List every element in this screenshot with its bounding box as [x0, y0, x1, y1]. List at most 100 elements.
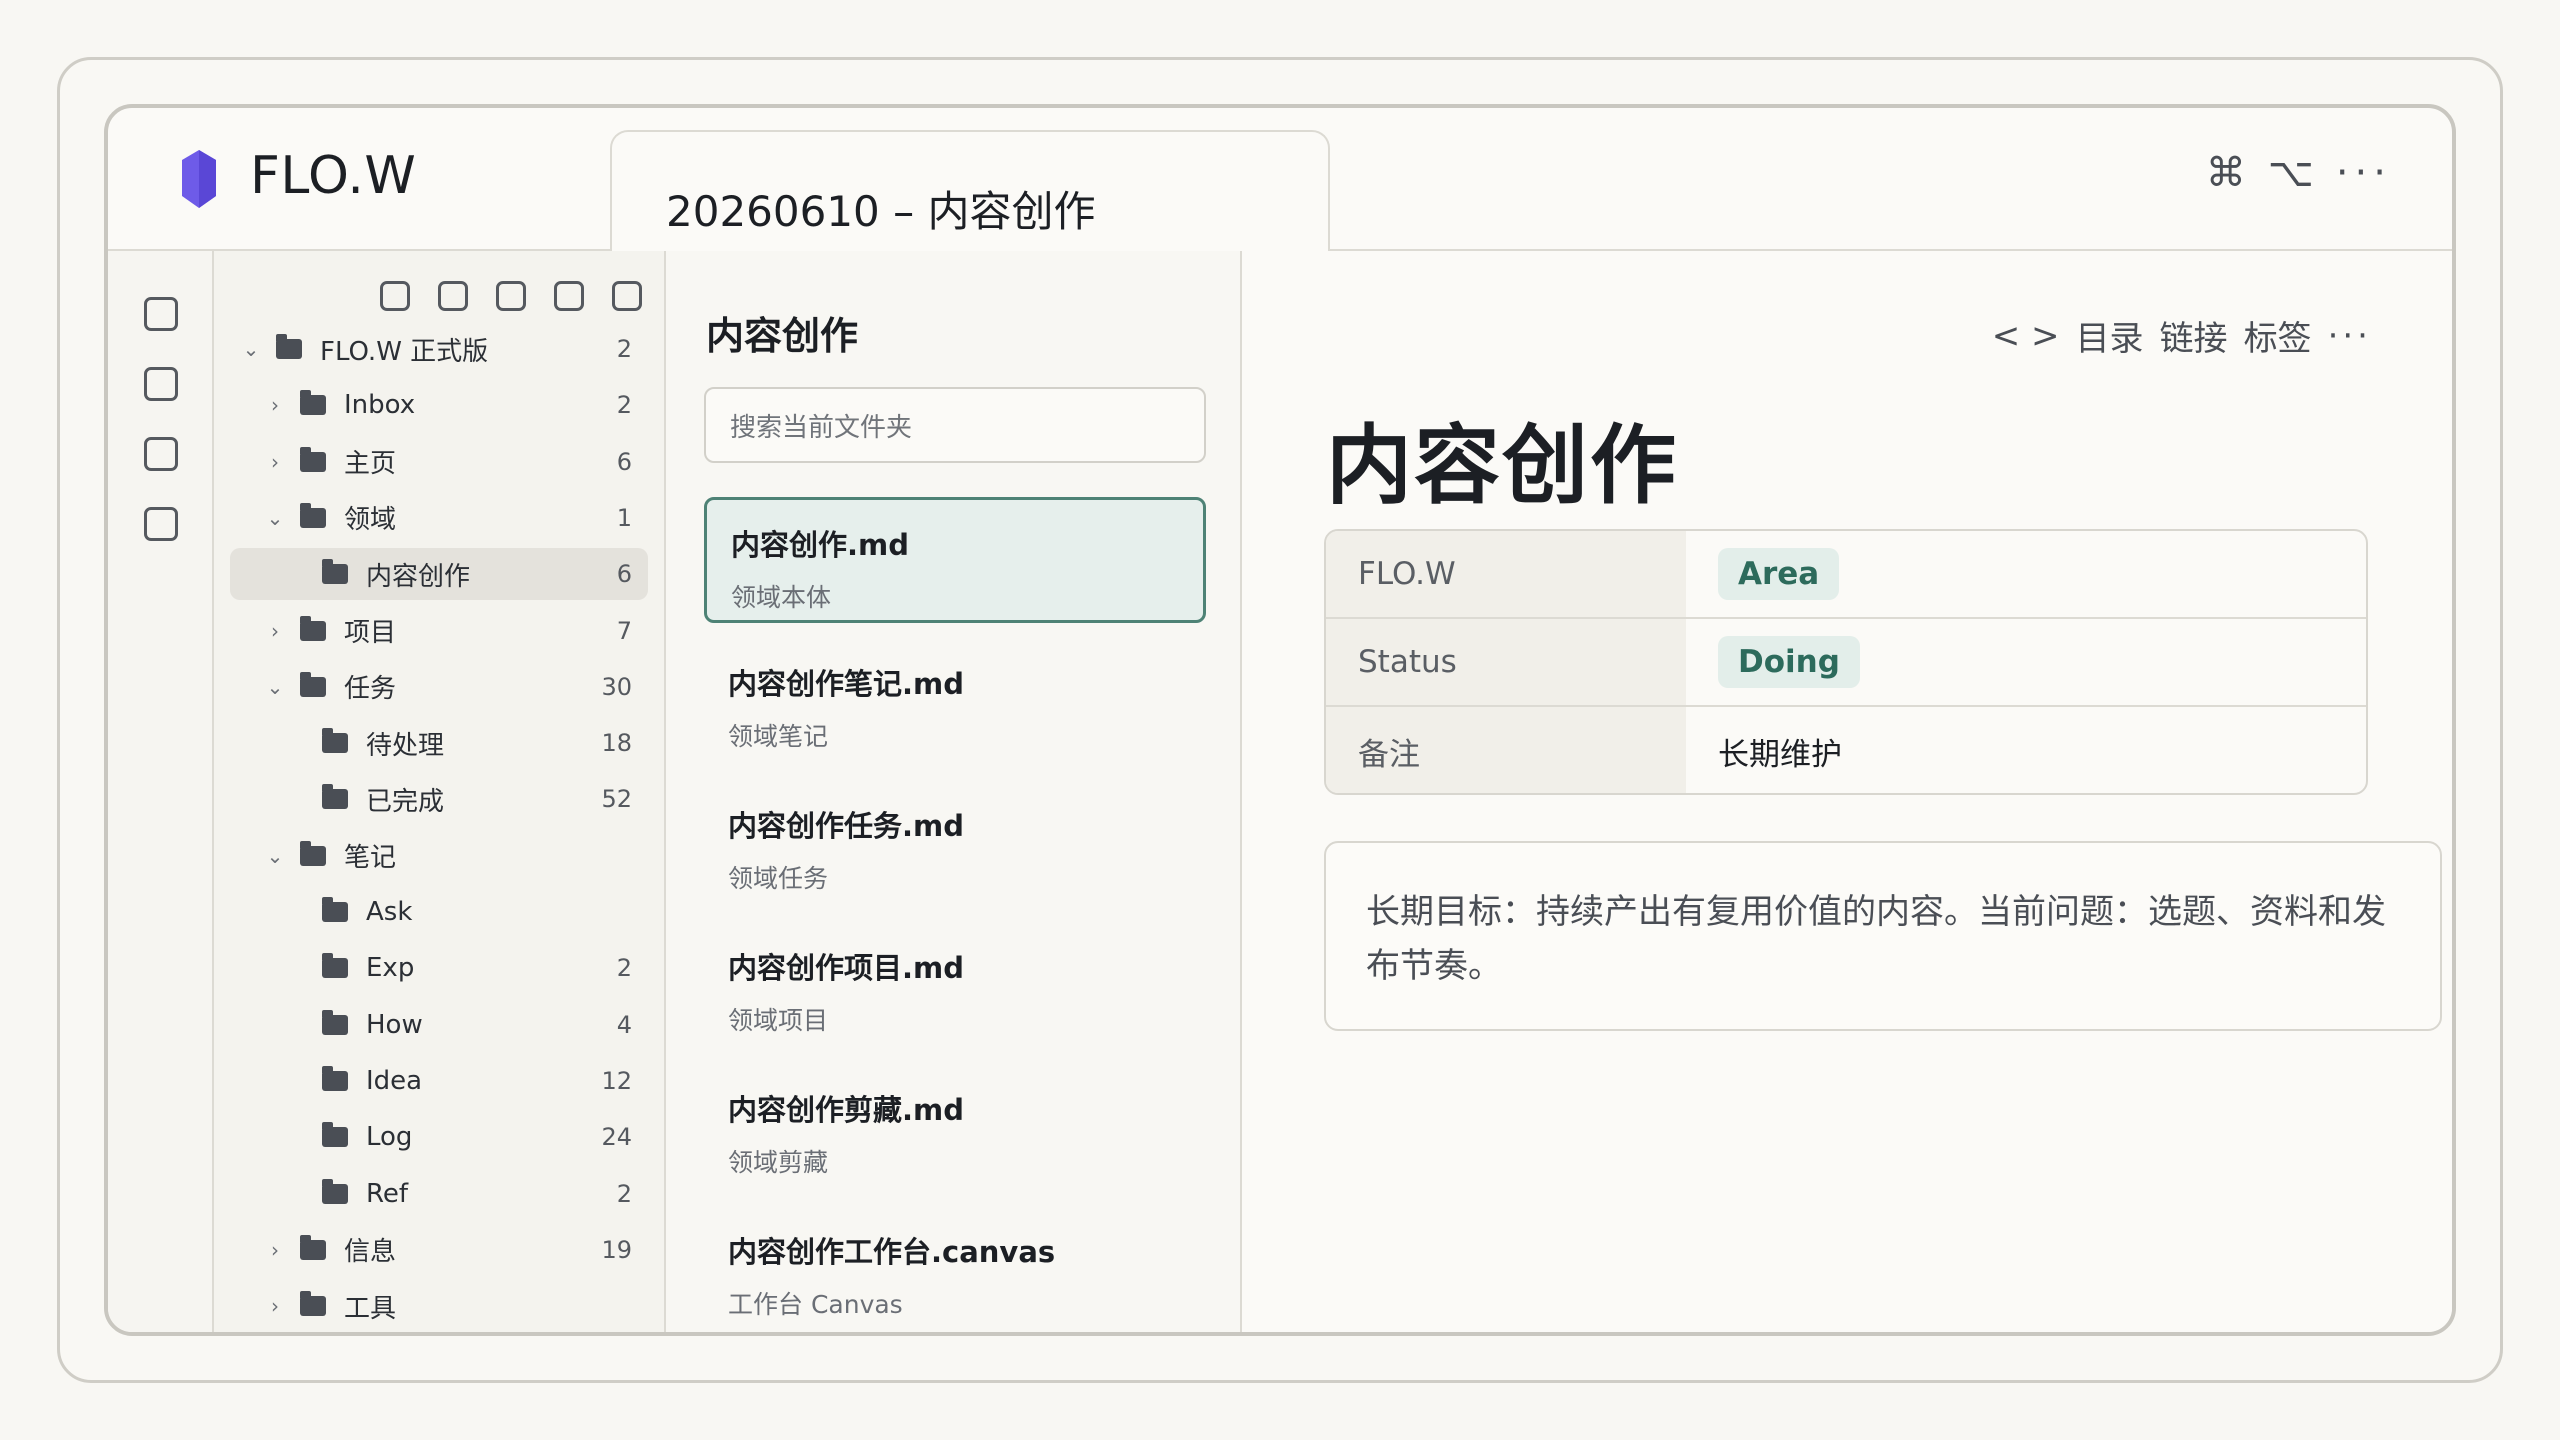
- file-subtitle: 领域剪藏: [728, 1148, 829, 1177]
- file-name: 内容创作任务.md: [728, 809, 964, 843]
- command-icon[interactable]: ⌘: [2206, 150, 2246, 196]
- property-value[interactable]: Doing: [1686, 619, 1860, 705]
- outline-button[interactable]: 目录: [2076, 311, 2144, 360]
- chevron-down-icon[interactable]: ⌄: [264, 506, 286, 530]
- chevron-right-icon[interactable]: ›: [264, 1294, 286, 1318]
- app-logo-icon: [182, 150, 216, 208]
- tree-item[interactable]: ⌄ FLO.W 正式版 2: [230, 323, 648, 375]
- tree-item-label: 信息: [344, 1237, 397, 1268]
- file-subtitle: 领域任务: [728, 864, 829, 893]
- tree-item-label: 笔记: [344, 843, 397, 874]
- chevron-right-icon[interactable]: ›: [264, 619, 286, 643]
- collapse-icon[interactable]: [554, 281, 584, 311]
- tree-item[interactable]: › 项目 7: [230, 605, 648, 657]
- properties-table: FLO.W Area Status Doing 备注 长期维护: [1324, 529, 2368, 795]
- tree-item[interactable]: 待处理 18: [230, 717, 648, 769]
- file-name: 内容创作笔记.md: [728, 667, 964, 701]
- more-options-icon[interactable]: ···: [2336, 150, 2392, 196]
- checkbox-icon[interactable]: [144, 507, 178, 541]
- file-list-pane: 内容创作 搜索当前文件夹 内容创作.md 领域本体 内容创作笔记.md 领域笔记 内容创…: [666, 251, 1242, 1332]
- tree-item[interactable]: Idea 12: [230, 1055, 648, 1107]
- note-content: < > 目录 链接 标签 ··· 内容创作 FLO.W Area Status …: [1242, 251, 2452, 1332]
- property-key: Status: [1326, 619, 1686, 705]
- property-value[interactable]: Area: [1686, 531, 1840, 617]
- tree-item-label: 内容创作: [366, 561, 471, 592]
- chevron-down-icon[interactable]: ⌄: [264, 675, 286, 699]
- folder-icon: [322, 897, 348, 922]
- reveal-icon[interactable]: [612, 281, 642, 311]
- more-options-icon[interactable]: ···: [2328, 316, 2372, 356]
- file-subtitle: 领域笔记: [728, 722, 829, 751]
- chevron-down-icon[interactable]: ⌄: [240, 337, 262, 361]
- file-subtitle: 领域本体: [731, 583, 832, 612]
- tree-item[interactable]: › 主页 6: [230, 436, 648, 488]
- item-count: 30: [601, 672, 632, 701]
- tree-item[interactable]: Ask: [230, 886, 648, 938]
- folder-icon: [300, 502, 326, 528]
- tree-item[interactable]: Log 24: [230, 1111, 648, 1163]
- tree-item[interactable]: ⌄ 任务 30: [230, 661, 648, 713]
- tree-item-label: 工具: [344, 1293, 397, 1324]
- tree-item-label: Ref: [366, 1178, 409, 1209]
- property-tag[interactable]: Doing: [1718, 636, 1860, 688]
- folder-icon: [322, 784, 348, 810]
- property-tag[interactable]: Area: [1718, 548, 1840, 600]
- note-title: 内容创作: [1326, 416, 1678, 516]
- property-key: 备注: [1326, 707, 1686, 793]
- option-icon[interactable]: ⌥: [2268, 150, 2314, 196]
- tree-item[interactable]: › Inbox 2: [230, 379, 648, 431]
- checkbox-icon[interactable]: [144, 437, 178, 471]
- property-value[interactable]: 长期维护: [1686, 707, 1842, 793]
- tree-item[interactable]: Exp 2: [230, 942, 648, 994]
- source-toggle-icon[interactable]: < >: [1992, 316, 2060, 356]
- tree-item[interactable]: ⌄ 领域 1: [230, 492, 648, 544]
- checkbox-icon[interactable]: [144, 367, 178, 401]
- folder-icon: [300, 615, 326, 641]
- tree-item[interactable]: 内容创作 6: [230, 548, 648, 601]
- file-list-item[interactable]: 内容创作笔记.md 领域笔记: [704, 639, 1206, 765]
- tree-item[interactable]: › 工具: [230, 1280, 648, 1332]
- file-subtitle: 领域项目: [728, 1006, 829, 1035]
- tab-active-document[interactable]: 20260610 – 内容创作: [610, 130, 1330, 254]
- file-name: 内容创作工作台.canvas: [728, 1235, 1056, 1269]
- tree-item-label: Ask: [366, 897, 413, 927]
- file-list-item[interactable]: 内容创作任务.md 领域任务: [704, 781, 1206, 907]
- sort-icon[interactable]: [496, 281, 526, 311]
- folder-icon: [322, 559, 348, 585]
- tree-item[interactable]: ⌄ 笔记: [230, 830, 648, 882]
- app-name: FLO.W: [250, 146, 417, 206]
- folder-icon: [322, 1178, 348, 1204]
- tree-item[interactable]: Ref 2: [230, 1168, 648, 1220]
- file-list-item[interactable]: 内容创作剪藏.md 领域剪藏: [704, 1065, 1206, 1191]
- tree-item[interactable]: How 4: [230, 999, 648, 1051]
- folder-icon: [300, 840, 326, 866]
- checkbox-icon[interactable]: [144, 297, 178, 331]
- links-button[interactable]: 链接: [2160, 311, 2228, 360]
- tags-button[interactable]: 标签: [2244, 311, 2312, 360]
- chevron-right-icon[interactable]: ›: [264, 393, 286, 417]
- search-input[interactable]: 搜索当前文件夹: [704, 387, 1206, 463]
- file-list-item[interactable]: 内容创作项目.md 领域项目: [704, 923, 1206, 1049]
- new-folder-icon[interactable]: [438, 281, 468, 311]
- item-count: 7: [616, 616, 632, 645]
- new-note-icon[interactable]: [380, 281, 410, 311]
- tree-item-label: Log: [366, 1122, 413, 1153]
- chevron-down-icon[interactable]: ⌄: [264, 844, 286, 868]
- item-count: 6: [616, 447, 632, 476]
- tree-item[interactable]: 已完成 52: [230, 773, 648, 825]
- folder-icon: [300, 671, 326, 697]
- app-window: FLO.W 20260610 – 内容创作 ⌘ ⌥ ··· ⌄ FLO.W 正式版…: [104, 104, 2456, 1336]
- item-count: 12: [601, 1066, 632, 1095]
- tab-title: 20260610 – 内容创作: [666, 187, 1096, 236]
- folder-icon: [322, 953, 348, 979]
- chevron-right-icon[interactable]: ›: [264, 450, 286, 474]
- chevron-right-icon[interactable]: ›: [264, 1238, 286, 1262]
- tree-item[interactable]: › 信息 19: [230, 1224, 648, 1276]
- tree-item-label: How: [366, 1009, 423, 1040]
- tree-item-label: Inbox: [344, 390, 416, 421]
- file-list-item[interactable]: 内容创作.md 领域本体: [704, 497, 1206, 623]
- callout-block: 长期目标：持续产出有复用价值的内容。当前问题：选题、资料和发布节奏。: [1324, 841, 2442, 1031]
- file-list-item[interactable]: 内容创作工作台.canvas 工作台 Canvas: [704, 1207, 1206, 1332]
- file-name: 内容创作.md: [731, 528, 909, 562]
- item-count: 52: [601, 785, 632, 814]
